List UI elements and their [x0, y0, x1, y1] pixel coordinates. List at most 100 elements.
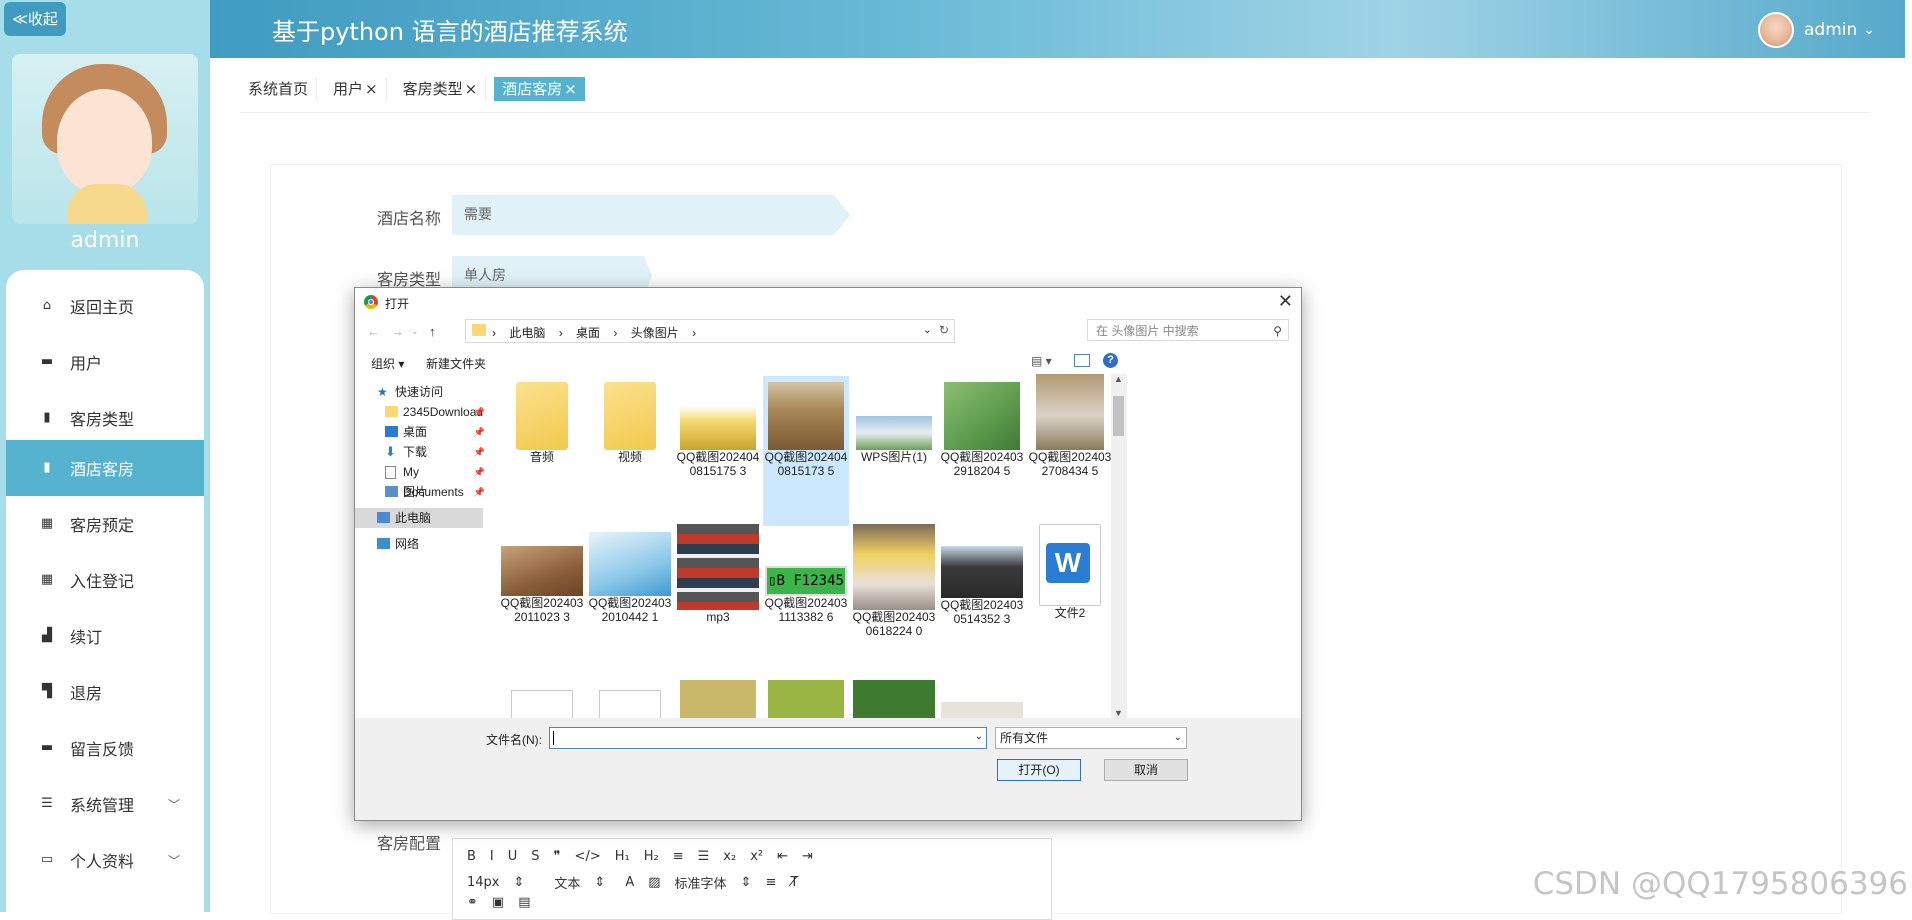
refresh-icon[interactable]: ↻	[939, 323, 949, 337]
sidebar-item-booking[interactable]: ▦ 客房预定	[6, 496, 204, 552]
sidebar-item-profile[interactable]: ▭ 个人资料 ﹀	[6, 832, 204, 888]
h2-button[interactable]: H₂	[644, 849, 659, 864]
file-type-select[interactable]: 所有文件 ⌄	[995, 727, 1187, 749]
new-folder-button[interactable]: 新建文件夹	[426, 355, 486, 372]
close-icon[interactable]: ✕	[1278, 291, 1293, 312]
rich-text-editor[interactable]: B I U S ❞ </> H₁ H₂ ≡ ☰ x₂ x² ⇤ ⇥ 14px ⇕…	[452, 838, 1052, 920]
file-item[interactable]: QQ截图2024032010442 1	[587, 532, 673, 624]
close-icon[interactable]: ×	[564, 80, 577, 98]
search-input[interactable]: 在 头像图片 中搜索 ⚲	[1087, 319, 1289, 341]
quote-button[interactable]: ❞	[554, 849, 561, 864]
file-item[interactable]: QQ截图2024030618224 0	[851, 524, 937, 638]
file-item[interactable]	[587, 690, 673, 718]
underline-button[interactable]: U	[508, 849, 518, 864]
file-item[interactable]: QQ截图2024032011023 3	[499, 532, 585, 624]
sidebar-item-checkin[interactable]: ▦ 入住登记	[6, 552, 204, 608]
tab-room-types[interactable]: 客房类型 ×	[395, 77, 487, 101]
file-item[interactable]	[675, 680, 761, 718]
tab-home[interactable]: 系统首页	[240, 77, 318, 101]
user-menu[interactable]: admin ⌄	[1757, 12, 1875, 48]
close-icon[interactable]: ×	[365, 80, 378, 98]
nav-pictures[interactable]: 图片 📌	[355, 482, 485, 502]
help-icon[interactable]: ?	[1103, 353, 1118, 368]
strike-button[interactable]: S	[531, 849, 539, 864]
scroll-down-icon[interactable]: ▼	[1114, 708, 1123, 718]
background-color-icon[interactable]: ▨	[648, 875, 660, 890]
bullet-list-button[interactable]: ☰	[698, 849, 710, 864]
sidebar-item-checkout[interactable]: ▜ 退房	[6, 664, 204, 720]
video-icon[interactable]: ▤	[518, 895, 530, 910]
file-item[interactable]: QQ截图2024030514352 3	[939, 532, 1025, 626]
file-item[interactable]: W 文件2	[1027, 524, 1111, 620]
italic-button[interactable]: I	[490, 849, 494, 864]
sidebar-item-feedback[interactable]: ▬ 留言反馈	[6, 720, 204, 776]
align-icon[interactable]: ≡	[765, 875, 776, 890]
file-item[interactable]: ▯B F12345 QQ截图2024031113382 6	[763, 532, 849, 624]
file-item[interactable]: QQ截图2024032918204 5	[939, 382, 1025, 478]
font-size-select[interactable]: 14px	[467, 875, 500, 890]
file-item[interactable]	[939, 702, 1025, 718]
tab-hotel-rooms[interactable]: 酒店客房 ×	[494, 77, 585, 101]
file-item[interactable]: mp3	[675, 524, 761, 624]
outdent-button[interactable]: ⇤	[777, 849, 788, 864]
h1-button[interactable]: H₁	[615, 849, 630, 864]
nav-2345download[interactable]: 2345Download 📌	[355, 402, 485, 422]
preview-pane-icon[interactable]	[1074, 354, 1090, 367]
file-item[interactable]: QQ截图2024040815175 3	[675, 382, 761, 478]
scrollbar-thumb[interactable]	[1113, 396, 1124, 436]
sidebar-item-home[interactable]: ⌂ 返回主页	[6, 278, 204, 334]
breadcrumb-item[interactable]: 桌面	[576, 326, 600, 340]
nav-downloads[interactable]: ⬇ 下载 📌	[355, 442, 485, 462]
font-color-icon[interactable]: A	[625, 875, 634, 890]
indent-button[interactable]: ⇥	[802, 849, 813, 864]
sidebar-item-hotel-rooms[interactable]: ▮ 酒店客房	[6, 440, 204, 496]
cancel-button[interactable]: 取消	[1104, 759, 1188, 781]
forward-arrow-icon[interactable]: →	[391, 324, 404, 339]
nav-desktop[interactable]: 桌面 📌	[355, 422, 485, 442]
close-icon[interactable]: ×	[465, 80, 478, 98]
sidebar-item-room-types[interactable]: ▮ 客房类型	[6, 390, 204, 446]
clear-format-icon[interactable]: T̸	[790, 875, 798, 890]
file-item[interactable]: 音频	[499, 382, 585, 464]
scrollbar[interactable]: ▲ ▼	[1111, 374, 1127, 718]
up-arrow-icon[interactable]: ↑	[429, 324, 436, 339]
image-icon[interactable]: ▣	[492, 895, 504, 910]
filename-input[interactable]: ⌄	[549, 727, 987, 749]
ordered-list-button[interactable]: ≡	[673, 849, 684, 864]
tab-users[interactable]: 用户 ×	[325, 77, 387, 101]
file-item[interactable]: 视频	[587, 382, 673, 464]
sidebar-item-system[interactable]: ☰ 系统管理 ﹀	[6, 776, 204, 832]
file-item[interactable]: WPS图片(1)	[851, 382, 937, 464]
sidebar-item-users[interactable]: ▬ 用户	[6, 334, 204, 390]
file-item-selected[interactable]: QQ截图2024040815173 5	[763, 376, 849, 526]
nav-this-pc[interactable]: 此电脑	[355, 508, 483, 528]
text-style-select[interactable]: 文本	[554, 873, 580, 892]
breadcrumb-item[interactable]: 此电脑	[509, 326, 545, 340]
superscript-button[interactable]: x²	[750, 849, 763, 864]
nav-network[interactable]: 网络	[355, 534, 483, 554]
recent-dropdown-icon[interactable]: ⌄	[411, 326, 419, 337]
collapse-button[interactable]: ≪收起	[4, 2, 66, 36]
breadcrumb-item[interactable]: 头像图片	[631, 326, 679, 340]
open-button[interactable]: 打开(O)	[997, 759, 1081, 781]
code-button[interactable]: </>	[575, 849, 601, 864]
nav-quick-access[interactable]: ★ 快速访问	[355, 382, 483, 402]
view-options-icon[interactable]: ▤ ▾	[1031, 354, 1052, 368]
chevron-down-icon[interactable]: ⌄	[923, 323, 932, 336]
subscript-button[interactable]: x₂	[723, 849, 736, 864]
scroll-up-icon[interactable]: ▲	[1114, 374, 1123, 384]
hotel-name-input[interactable]: 需要	[452, 195, 850, 235]
address-bar[interactable]: › 此电脑 › 桌面 › 头像图片 › ⌄ ↻	[465, 319, 955, 343]
sidebar-item-renew[interactable]: ▟ 续订	[6, 608, 204, 664]
bold-button[interactable]: B	[467, 849, 476, 864]
organize-button[interactable]: 组织 ▾	[371, 355, 404, 372]
file-item[interactable]	[851, 680, 937, 718]
file-item[interactable]: QQ截图2024032708434 5	[1027, 374, 1111, 478]
back-arrow-icon[interactable]: ←	[367, 324, 380, 339]
font-family-select[interactable]: 标准字体	[675, 873, 727, 892]
link-icon[interactable]: ⚭	[467, 895, 478, 910]
file-item[interactable]	[763, 680, 849, 718]
file-item[interactable]	[499, 690, 585, 718]
chevron-down-icon[interactable]: ⌄	[975, 731, 983, 742]
nav-my-documents[interactable]: My Documents 📌	[355, 462, 485, 499]
